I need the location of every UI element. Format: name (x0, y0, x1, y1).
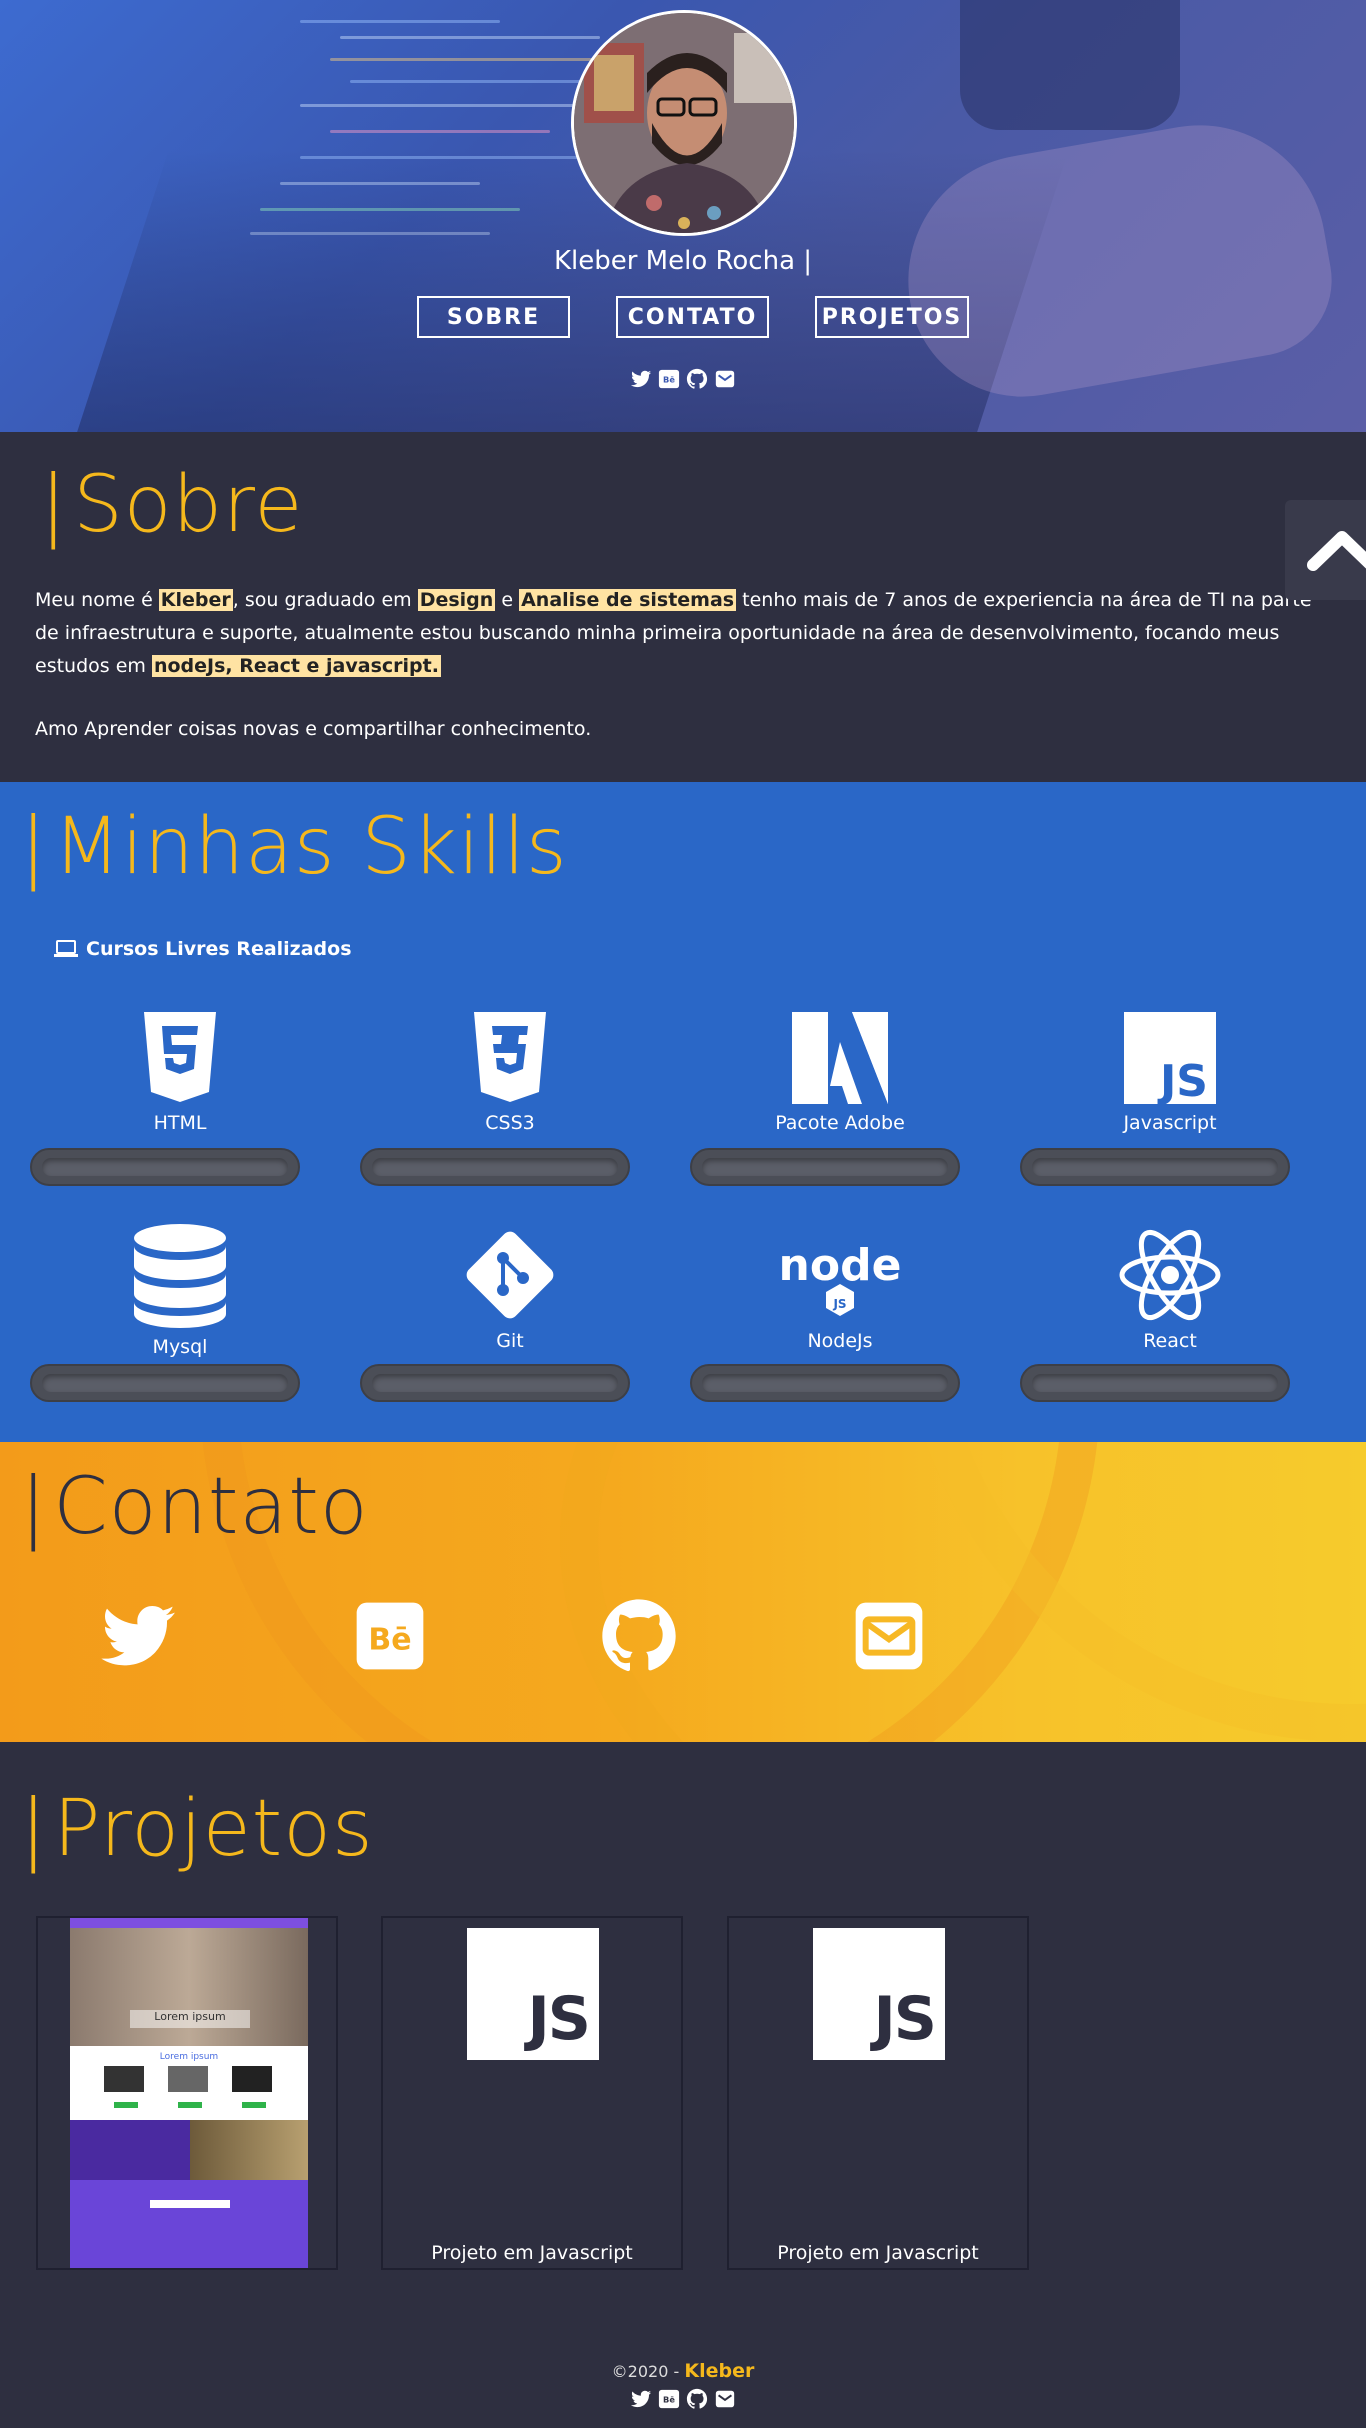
project-card[interactable]: Lorem ipsum Lorem ipsum (36, 1916, 338, 2270)
behance-icon[interactable]: Bē (658, 368, 680, 390)
skill-progress-bar (30, 1364, 300, 1402)
skill-progress-bar (360, 1148, 630, 1186)
skill-progress-bar (1020, 1148, 1290, 1186)
skill-git: Git (375, 1228, 645, 1352)
twitter-icon[interactable] (98, 1596, 178, 1676)
nav-projetos-button[interactable]: PROJETOS (815, 296, 969, 338)
svg-text:node: node (779, 1240, 902, 1291)
projetos-title: |Projetos (20, 1784, 374, 1874)
skill-progress-bar (360, 1364, 630, 1402)
website-screenshot: Lorem ipsum Lorem ipsum (70, 1918, 308, 2268)
laptop-icon (54, 940, 78, 957)
twitter-icon[interactable] (630, 368, 652, 390)
github-icon[interactable] (599, 1596, 679, 1676)
skills-title-text: Minhas Skills (53, 802, 568, 892)
adobe-icon (792, 1012, 888, 1104)
projetos-title-text: Projetos (53, 1784, 374, 1874)
chevron-up-icon (1307, 531, 1366, 571)
nav-contato-button[interactable]: CONTATO (616, 296, 769, 338)
footer-social-links: Bē (0, 2388, 1366, 2410)
skill-nodejs: node JS NodeJs (705, 1238, 975, 1352)
skill-label: Pacote Adobe (775, 1112, 905, 1134)
svg-text:JS: JS (832, 1297, 846, 1311)
contato-section: |Contato Bē (0, 1442, 1366, 1742)
contato-title: |Contato (20, 1462, 369, 1552)
behance-icon[interactable]: Bē (658, 2388, 680, 2410)
project-caption: Projeto em Javascript (777, 2242, 979, 2264)
footer-copyright: ©2020 - Kleber (0, 2360, 1366, 2382)
thumb-section-title: Lorem ipsum (159, 2052, 219, 2062)
skill-label: HTML (153, 1112, 207, 1134)
javascript-icon: JS (813, 1928, 945, 2060)
email-icon[interactable] (714, 2388, 736, 2410)
highlight-analise: Analise de sistemas (519, 589, 737, 611)
skill-progress-bar (690, 1364, 960, 1402)
twitter-icon[interactable] (630, 2388, 652, 2410)
profile-name: Kleber Melo Rocha | (553, 246, 813, 276)
github-icon[interactable] (686, 368, 708, 390)
thumb-banner-text: Lorem ipsum (130, 2010, 250, 2028)
mug (960, 0, 1180, 130)
svg-text:Bē: Bē (663, 2395, 675, 2405)
skill-label: Javascript (1123, 1112, 1217, 1134)
javascript-icon: JS (1124, 1012, 1216, 1107)
skill-label: CSS3 (485, 1112, 535, 1134)
email-icon[interactable] (714, 368, 736, 390)
skill-html: HTML (45, 1012, 315, 1134)
skill-label: React (1143, 1330, 1197, 1352)
skill-mysql: Mysql (45, 1224, 315, 1358)
courses-link[interactable]: Cursos Livres Realizados (54, 938, 352, 960)
skill-label: NodeJs (807, 1330, 873, 1352)
sobre-title-text: Sobre (73, 460, 304, 550)
title-bar-mark: | (20, 802, 48, 892)
skill-css3: CSS3 (375, 1012, 645, 1134)
project-card[interactable]: JS Projeto em Javascript (727, 1916, 1029, 2270)
svg-text:Bē: Bē (663, 375, 675, 385)
skill-react: React (1035, 1228, 1305, 1352)
contato-title-text: Contato (53, 1462, 369, 1552)
skill-adobe: Pacote Adobe (705, 1012, 975, 1134)
title-bar-mark: | (40, 460, 68, 550)
header-social-links: Bē (0, 368, 1366, 390)
css3-icon (474, 1012, 546, 1102)
svg-text:JS: JS (1157, 1056, 1208, 1104)
html5-icon (144, 1012, 216, 1102)
projetos-section: |Projetos Lorem ipsum Lorem ipsum JS Pro… (0, 1742, 1366, 2428)
back-to-top-button[interactable] (1285, 500, 1366, 600)
database-icon (134, 1224, 226, 1328)
highlight-kleber: Kleber (158, 589, 233, 611)
courses-label: Cursos Livres Realizados (86, 938, 352, 960)
header-hero: Kleber Melo Rocha | SOBRE CONTATO PROJET… (0, 0, 1366, 432)
skill-progress-bar (30, 1148, 300, 1186)
footer-copy-text: ©2020 - (611, 2362, 685, 2381)
project-card[interactable]: JS Projeto em Javascript (381, 1916, 683, 2270)
highlight-design: Design (417, 589, 496, 611)
project-caption: Projeto em Javascript (431, 2242, 633, 2264)
highlight-stack: nodeJs, React e javascript. (151, 655, 441, 677)
skill-javascript: JS Javascript (1035, 1012, 1305, 1134)
title-bar-mark: | (20, 1462, 48, 1552)
title-bar-mark: | (20, 1784, 48, 1874)
email-icon[interactable] (849, 1596, 929, 1676)
footer-brand[interactable]: Kleber (684, 2360, 754, 2382)
avatar (571, 10, 797, 236)
sobre-section: |Sobre Meu nome é Kleber, sou graduado e… (0, 432, 1366, 782)
behance-icon[interactable]: Bē (350, 1596, 430, 1676)
skill-label: Git (496, 1330, 524, 1352)
skills-title: |Minhas Skills (20, 802, 568, 892)
skill-progress-bar (1020, 1364, 1290, 1402)
about-paragraph-2: Amo Aprender coisas novas e compartilhar… (35, 718, 592, 740)
nodejs-icon: node JS (779, 1240, 902, 1316)
nav-sobre-button[interactable]: SOBRE (417, 296, 570, 338)
github-icon[interactable] (686, 2388, 708, 2410)
svg-text:Bē: Bē (368, 1622, 411, 1657)
git-icon (466, 1231, 554, 1319)
sobre-title: |Sobre (40, 460, 303, 550)
skill-label: Mysql (152, 1336, 208, 1358)
javascript-icon: JS (467, 1928, 599, 2060)
react-icon (1119, 1229, 1221, 1321)
about-paragraph: Meu nome é Kleber, sou graduado em Desig… (35, 589, 1312, 677)
skill-progress-bar (690, 1148, 960, 1186)
skills-section: |Minhas Skills Cursos Livres Realizados … (0, 782, 1366, 1442)
